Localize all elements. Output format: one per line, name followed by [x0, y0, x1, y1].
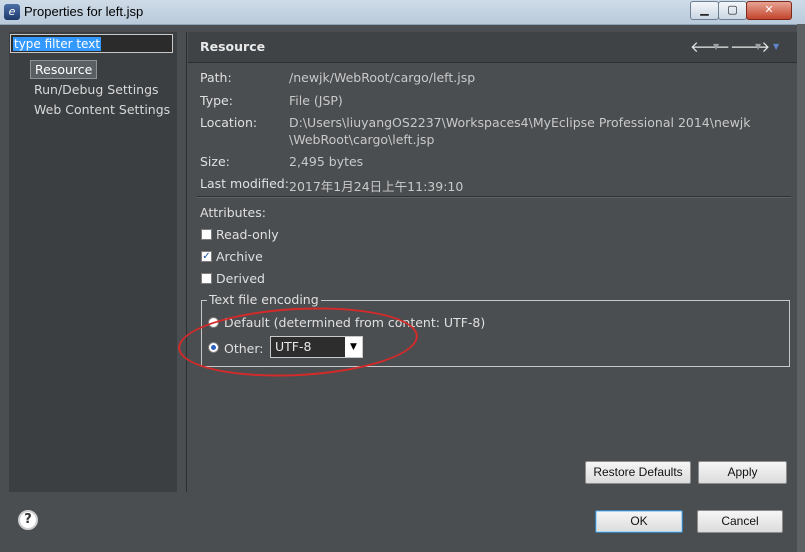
- apply-button[interactable]: Apply: [698, 461, 787, 484]
- properties-page: [188, 32, 797, 492]
- archive-label[interactable]: Archive: [216, 249, 263, 264]
- category-pane: [9, 32, 177, 492]
- modified-value: 2017年1月24日上午11:39:10: [289, 179, 464, 194]
- help-icon[interactable]: ?: [18, 510, 38, 530]
- restore-defaults-button[interactable]: Restore Defaults: [585, 461, 691, 484]
- type-value: File (JSP): [289, 93, 343, 108]
- maximize-button[interactable]: ▢: [718, 1, 747, 20]
- section-separator: [197, 196, 791, 198]
- type-label: Type:: [200, 93, 233, 108]
- eclipse-icon: e: [4, 4, 20, 20]
- location-value-line2: \WebRoot\cargo\left.jsp: [289, 132, 435, 147]
- close-button[interactable]: ✕: [746, 1, 792, 20]
- pane-divider[interactable]: [186, 32, 187, 492]
- filter-input[interactable]: type filter text: [10, 34, 173, 53]
- forward-dropdown-icon[interactable]: ▼: [755, 42, 761, 51]
- back-dropdown-icon[interactable]: ▼: [713, 42, 719, 51]
- ok-button[interactable]: OK: [595, 510, 683, 533]
- size-label: Size:: [200, 154, 230, 169]
- arrow-right-icon[interactable]: 🡒: [730, 37, 770, 56]
- minimize-button[interactable]: ▁: [690, 1, 719, 20]
- filter-text: type filter text: [13, 37, 102, 51]
- modified-label: Last modified:: [200, 176, 289, 191]
- derived-label[interactable]: Derived: [216, 271, 265, 286]
- cancel-button[interactable]: Cancel: [697, 510, 783, 533]
- view-menu-icon[interactable]: ▼: [773, 42, 779, 51]
- path-label: Path:: [200, 70, 232, 85]
- size-value: 2,495 bytes: [289, 154, 364, 169]
- page-title: Resource: [200, 39, 266, 54]
- arrow-left-icon[interactable]: 🡐: [690, 37, 730, 56]
- background-edge: [797, 24, 805, 552]
- derived-checkbox[interactable]: [201, 273, 212, 284]
- path-value: /newjk/WebRoot/cargo/left.jsp: [289, 70, 476, 85]
- tree-item-run-debug[interactable]: Run/Debug Settings: [34, 82, 159, 97]
- encoding-group-label: Text file encoding: [207, 292, 321, 307]
- tree-item-resource[interactable]: Resource: [30, 60, 98, 79]
- tree-item-web-content[interactable]: Web Content Settings: [34, 102, 170, 117]
- location-label: Location:: [200, 115, 258, 130]
- archive-checkbox[interactable]: ✓: [201, 251, 212, 262]
- attributes-heading: Attributes:: [200, 205, 266, 220]
- window-title: Properties for left.jsp: [24, 4, 144, 19]
- readonly-checkbox[interactable]: [201, 229, 212, 240]
- location-value-line1: D:\Users\liuyangOS2237\Workspaces4\MyEcl…: [289, 115, 751, 130]
- readonly-label[interactable]: Read-only: [216, 227, 279, 242]
